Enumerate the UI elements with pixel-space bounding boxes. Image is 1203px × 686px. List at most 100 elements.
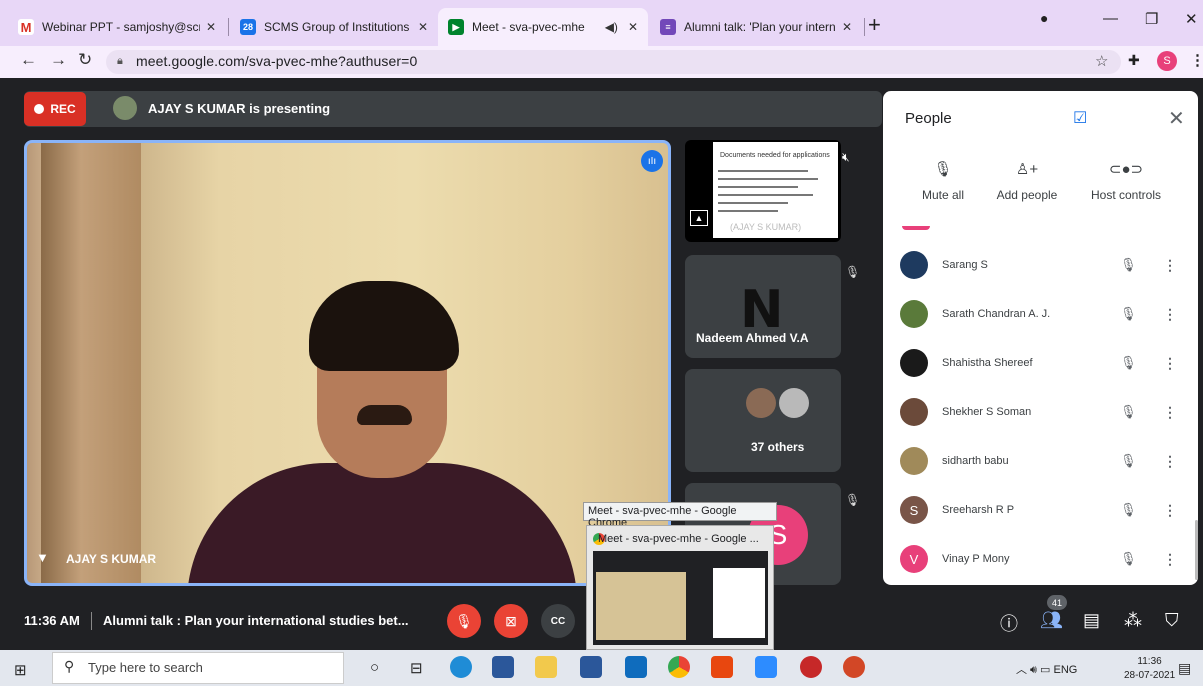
participant-row[interactable]: sidharth babu 🎙︎ ⋮ (900, 439, 1180, 483)
profile-avatar[interactable]: S (1157, 51, 1177, 71)
checklist-icon[interactable]: ☑ (1073, 108, 1087, 128)
menu-icon[interactable]: ⋮ (1190, 51, 1203, 69)
activities-icon[interactable]: ⁂ (1124, 610, 1142, 631)
participant-row[interactable]: Sarang S 🎙︎ ⋮ (900, 243, 1180, 287)
pin-icon[interactable]: ▼ (36, 550, 49, 565)
office-icon[interactable] (711, 656, 733, 678)
participant-avatar (900, 251, 928, 279)
mic-off-icon[interactable]: 🎙︎ (1120, 551, 1160, 567)
more-options-icon[interactable]: ⋮ (1160, 453, 1180, 470)
taskbar-clock[interactable]: 11:36 28-07-2021 (1124, 655, 1175, 683)
host-controls-button[interactable]: ⊂●⊃ Host controls (1087, 160, 1165, 202)
more-options-icon[interactable]: ⋮ (1160, 355, 1180, 372)
edge-icon[interactable] (450, 656, 472, 678)
chrome-icon[interactable] (668, 656, 690, 678)
back-button[interactable]: ← (20, 50, 37, 70)
calendar-icon: 28 (240, 19, 256, 35)
new-tab-button[interactable]: + (868, 14, 881, 36)
scrollbar[interactable] (1195, 520, 1198, 580)
store-icon[interactable] (580, 656, 602, 678)
more-options-icon[interactable]: ⋮ (1160, 306, 1180, 323)
mic-off-icon[interactable]: 🎙︎ (1120, 257, 1160, 273)
forward-button[interactable]: → (50, 50, 67, 70)
more-options-icon[interactable]: ⋮ (1160, 551, 1180, 568)
zoom-icon[interactable] (755, 656, 777, 678)
mic-off-icon: 🎙︎ (845, 265, 861, 279)
participant-name: Sreeharsh R P (942, 504, 1015, 516)
more-options-icon[interactable]: ⋮ (1160, 404, 1180, 421)
lock-icon[interactable]: 🔒︎ (117, 55, 123, 68)
close-tab-icon[interactable]: ✕ (628, 20, 638, 34)
windows-start-icon[interactable]: ⊞ (14, 661, 27, 679)
tab-meet[interactable]: ▶ Meet - sva-pvec-mhe ◀) ✕ (438, 8, 648, 46)
reload-button[interactable]: ↻ (78, 50, 92, 70)
chat-icon[interactable]: ▤ (1083, 610, 1100, 631)
participant-name: Sarath Chandran A. J. (942, 308, 1051, 320)
search-icon: ⚲ (64, 658, 75, 674)
more-options-icon[interactable]: ⋮ (1160, 502, 1180, 519)
file-explorer-icon[interactable] (535, 656, 557, 678)
mute-all-button[interactable]: 🎙︎ Mute all (917, 160, 969, 202)
mic-toggle-button[interactable]: 🎙︎ (447, 604, 481, 638)
tab-search-icon[interactable]: ● (1040, 10, 1048, 26)
participant-count-badge: 41 (1047, 595, 1067, 610)
participant-row[interactable]: Sarath Chandran A. J. 🎙︎ ⋮ (900, 292, 1180, 336)
meet-icon: ▶ (448, 19, 464, 35)
tab-gmail[interactable]: M Webinar PPT - samjoshy@scmsg ✕ (8, 8, 226, 46)
participant-avatar (900, 398, 928, 426)
speaker-video (187, 463, 577, 583)
task-view-icon[interactable]: ⊟ (410, 659, 423, 677)
word-icon[interactable] (492, 656, 514, 678)
more-options-icon[interactable]: ⋮ (1160, 257, 1180, 274)
mic-off-icon[interactable]: 🎙︎ (1120, 306, 1160, 322)
tab-title: Meet - sva-pvec-mhe (472, 20, 585, 34)
notification-icon[interactable]: ▤ (1178, 660, 1191, 677)
participant-name: Shahistha Shereef (942, 357, 1033, 369)
powerpoint-icon[interactable] (843, 656, 865, 678)
extensions-icon[interactable]: ✚ (1128, 52, 1140, 69)
slide-line (718, 194, 813, 196)
tab-divider (228, 18, 229, 36)
tab-forms[interactable]: ≡ Alumni talk: 'Plan your internatio ✕ (650, 8, 862, 46)
participant-row[interactable]: Shahistha Shereef 🎙︎ ⋮ (900, 341, 1180, 385)
add-people-button[interactable]: ♙+ Add people (993, 160, 1061, 202)
add-person-icon: ♙+ (1015, 161, 1039, 178)
restore-button[interactable]: ❐ (1145, 10, 1158, 28)
tab-calendar[interactable]: 28 SCMS Group of Institutions - Cal ✕ (230, 8, 438, 46)
people-icon[interactable]: 👥︎ (1040, 610, 1063, 631)
close-tab-icon[interactable]: ✕ (418, 20, 428, 34)
tab-audio-icon[interactable]: ◀) (605, 20, 618, 34)
mail-icon[interactable] (625, 656, 647, 678)
app-icon[interactable] (800, 656, 822, 678)
participant-row[interactable]: V Vinay P Mony 🎙︎ ⋮ (900, 537, 1180, 581)
close-window-button[interactable]: ✕ (1185, 10, 1198, 28)
others-tile[interactable] (685, 369, 841, 472)
main-speaker-name: AJAY S KUMAR (66, 552, 157, 566)
mic-off-icon[interactable]: 🎙︎ (1120, 502, 1160, 518)
mic-off-icon[interactable]: 🎙︎ (1120, 404, 1160, 420)
preview-thumbnail (713, 568, 765, 638)
participant-row[interactable]: S Sreeharsh R P 🎙︎ ⋮ (900, 488, 1180, 532)
close-tab-icon[interactable]: ✕ (206, 20, 216, 34)
close-icon[interactable]: ✕ (1168, 106, 1185, 131)
camera-toggle-button[interactable]: ⊠ (494, 604, 528, 638)
participant-avatar (900, 349, 928, 377)
bookmark-star-icon[interactable]: ☆ (1095, 52, 1108, 70)
recording-indicator[interactable]: REC (24, 92, 86, 126)
close-tab-icon[interactable]: ✕ (842, 20, 852, 34)
host-shield-icon[interactable]: ⛉ (1165, 610, 1179, 631)
info-icon[interactable]: ⓘ (1000, 610, 1018, 636)
url-text[interactable]: meet.google.com/sva-pvec-mhe?authuser=0 (136, 53, 417, 69)
minimize-button[interactable]: — (1103, 10, 1118, 27)
system-tray[interactable]: ︿ 🔊︎ ▭ ENG (1016, 661, 1077, 677)
cortana-icon[interactable]: ○ (370, 659, 379, 676)
taskbar-date: 28-07-2021 (1124, 670, 1176, 681)
rec-label: REC (50, 102, 76, 116)
mic-off-icon[interactable]: 🎙︎ (1120, 453, 1160, 469)
speaking-indicator-icon: ıIı (641, 150, 663, 172)
captions-button[interactable]: CC (541, 604, 575, 638)
mic-off-icon[interactable]: 🎙︎ (1120, 355, 1160, 371)
main-video-tile[interactable] (24, 140, 671, 586)
participant-row[interactable]: Shekher S Soman 🎙︎ ⋮ (900, 390, 1180, 434)
tab-title: Webinar PPT - samjoshy@scmsg (42, 20, 200, 34)
